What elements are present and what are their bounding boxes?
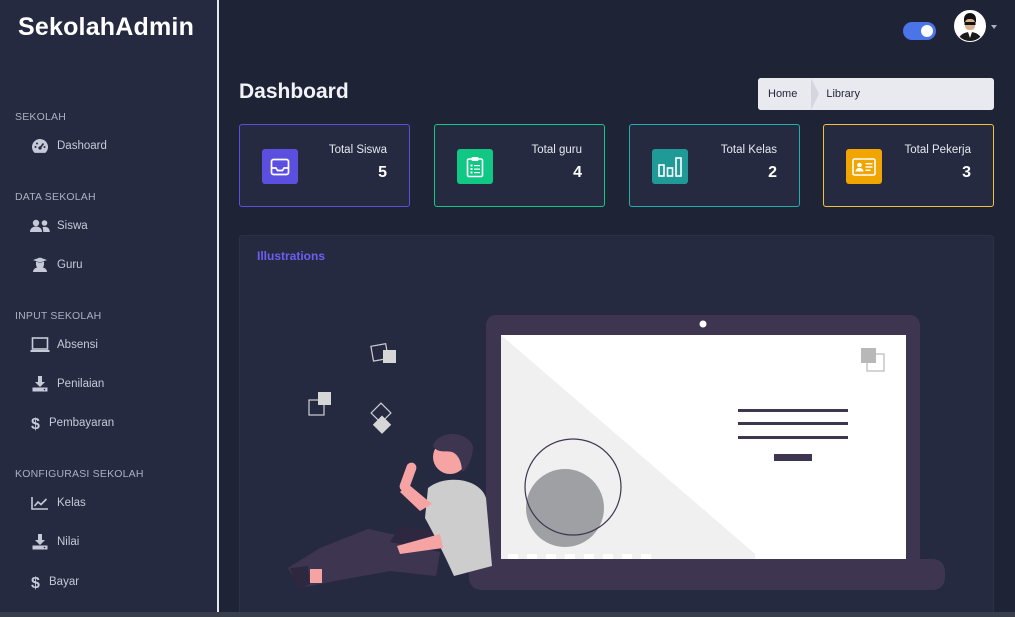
sidebar-item-pembayaran[interactable]: $ Pembayaran bbox=[30, 412, 114, 434]
sidebar-item-bayar[interactable]: $ Bayar bbox=[30, 571, 79, 593]
sidebar-item-label: Kelas bbox=[57, 497, 86, 509]
stat-label: Total guru bbox=[531, 144, 582, 156]
inbox-icon bbox=[262, 149, 298, 184]
bar-chart-icon bbox=[652, 149, 688, 184]
stat-card-kelas[interactable]: Total Kelas 2 bbox=[629, 124, 800, 207]
svg-text:$: $ bbox=[31, 416, 40, 432]
sidebar-item-label: Pembayaran bbox=[49, 417, 115, 429]
id-card-icon bbox=[846, 149, 882, 184]
avatar[interactable] bbox=[954, 10, 986, 42]
sidebar-item-dashboard[interactable]: Dashoard bbox=[30, 135, 107, 157]
download-icon bbox=[30, 374, 50, 394]
breadcrumb: Home Library bbox=[758, 78, 994, 110]
toggle-knob bbox=[921, 25, 933, 37]
window-bottom-edge bbox=[0, 612, 1015, 617]
section-title-data-sekolah: DATA SEKOLAH bbox=[15, 191, 96, 203]
section-title-sekolah: SEKOLAH bbox=[15, 111, 67, 123]
sidebar-item-guru[interactable]: Guru bbox=[30, 254, 83, 276]
sidebar-item-kelas[interactable]: Kelas bbox=[30, 492, 86, 514]
sidebar-item-label: Nilai bbox=[57, 536, 80, 548]
sidebar-item-siswa[interactable]: Siswa bbox=[30, 215, 88, 237]
download-icon bbox=[30, 532, 50, 552]
stat-card-guru[interactable]: Total guru 4 bbox=[434, 124, 605, 207]
sidebar-item-label: Absensi bbox=[57, 339, 98, 351]
stat-card-siswa[interactable]: Total Siswa 5 bbox=[239, 124, 410, 207]
stat-value: 3 bbox=[962, 164, 971, 181]
section-title-konfigurasi: KONFIGURASI SEKOLAH bbox=[15, 468, 144, 480]
theme-toggle[interactable] bbox=[903, 22, 936, 40]
graduation-cap-icon bbox=[30, 255, 50, 275]
gauge-icon bbox=[30, 136, 50, 156]
sidebar-item-nilai[interactable]: Nilai bbox=[30, 531, 79, 553]
sidebar-item-absensi[interactable]: Absensi bbox=[30, 334, 98, 356]
stat-card-pekerja[interactable]: Total Pekerja 3 bbox=[823, 124, 994, 207]
users-icon bbox=[30, 216, 50, 236]
sidebar-item-label: Dashoard bbox=[57, 140, 107, 152]
dollar-icon: $ bbox=[30, 413, 42, 433]
dollar-icon: $ bbox=[30, 572, 42, 592]
stat-label: Total Siswa bbox=[328, 144, 387, 156]
sidebar-item-label: Guru bbox=[57, 259, 83, 271]
sidebar: SekolahAdmin SEKOLAH Dashoard DATA SEKOL… bbox=[0, 0, 219, 617]
chevron-down-icon[interactable] bbox=[991, 25, 997, 29]
stat-value: 2 bbox=[768, 164, 777, 181]
stat-value: 4 bbox=[573, 164, 582, 181]
sidebar-item-label: Penilaian bbox=[57, 378, 105, 390]
sidebar-item-penilaian[interactable]: Penilaian bbox=[30, 373, 104, 395]
stat-value: 5 bbox=[378, 164, 387, 181]
brand-logo[interactable]: SekolahAdmin bbox=[18, 13, 194, 42]
clipboard-list-icon bbox=[457, 149, 493, 184]
laptop-person-illustration bbox=[288, 315, 945, 590]
laptop-icon bbox=[30, 335, 50, 355]
svg-text:$: $ bbox=[31, 575, 40, 591]
sidebar-item-label: Siswa bbox=[57, 220, 88, 232]
page-title: Dashboard bbox=[239, 80, 349, 103]
breadcrumb-home[interactable]: Home bbox=[758, 78, 820, 110]
sidebar-item-label: Bayar bbox=[49, 576, 80, 588]
illustrations-panel: Illustrations bbox=[239, 235, 994, 617]
section-title-input-sekolah: INPUT SEKOLAH bbox=[15, 310, 102, 322]
stat-label: Total Pekerja bbox=[904, 144, 971, 156]
chart-line-icon bbox=[30, 493, 50, 513]
stat-label: Total Kelas bbox=[720, 144, 777, 156]
